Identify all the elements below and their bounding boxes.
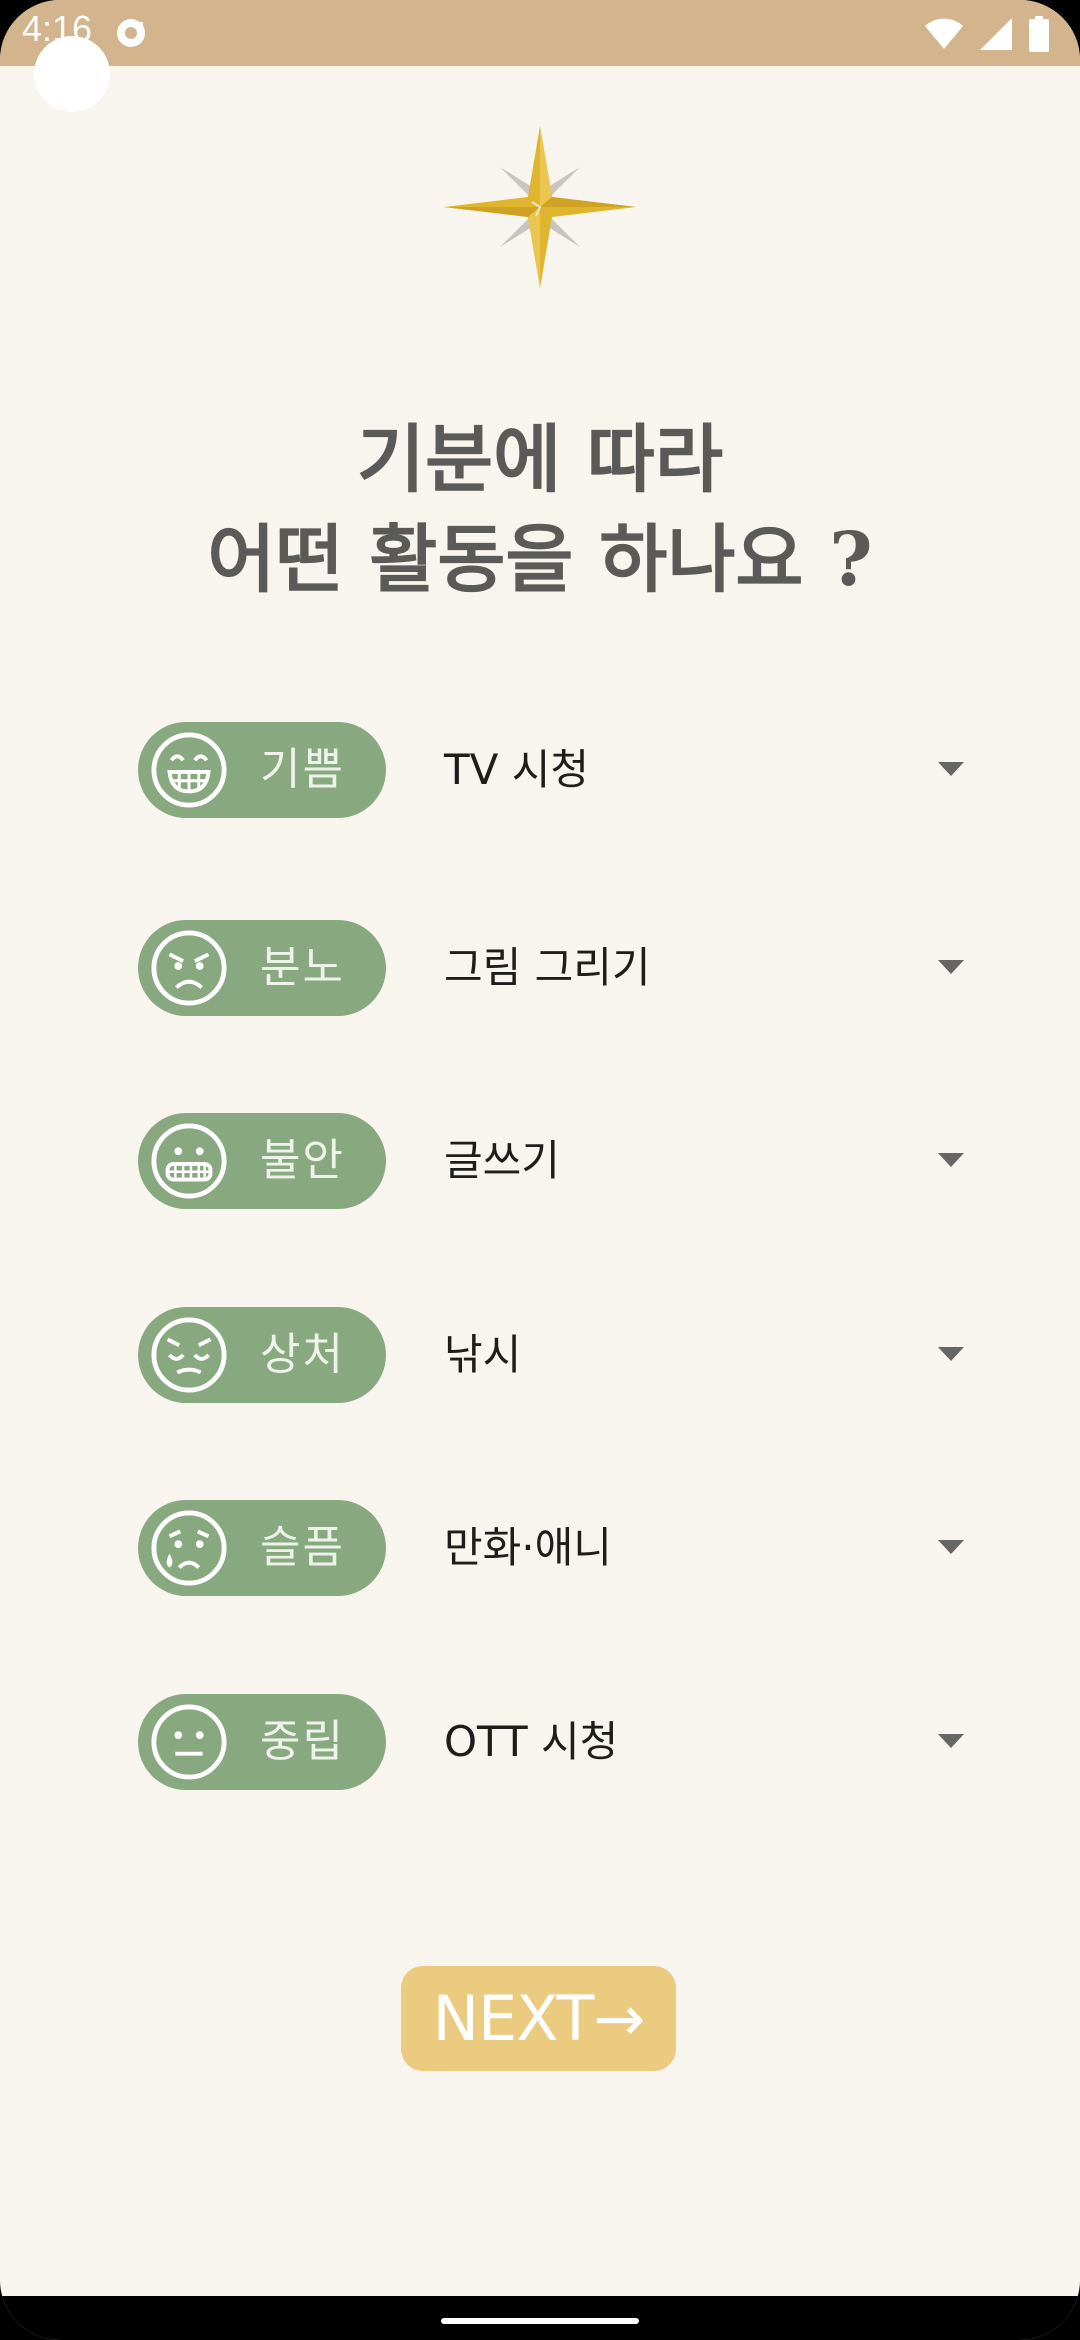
crying-face-icon — [151, 1510, 227, 1586]
emotion-label: 불안 — [260, 1135, 345, 1186]
emotion-pill: 슬픔 — [138, 1500, 386, 1596]
signal-icon — [980, 18, 1012, 50]
emotion-row-hurt: 상처 낚시 — [138, 1307, 964, 1405]
sync-icon — [117, 19, 145, 47]
emotion-row-sadness: 슬픔 만화·애니 — [138, 1500, 964, 1598]
dropdown-arrow-icon — [938, 1540, 964, 1554]
angry-face-icon — [151, 930, 227, 1006]
grimacing-face-icon — [151, 1123, 227, 1199]
neutral-face-icon — [151, 1704, 227, 1780]
app-screen: 4:16 기분에 따라 어떤 활동을 하나요 ? 기쁨 TV 시청 분노 그림 … — [0, 0, 1080, 2340]
activity-value: 글쓰기 — [444, 1136, 560, 1185]
title-line-2: 어떤 활동을 하나요 ? — [207, 517, 873, 603]
activity-dropdown[interactable]: 그림 그리기 — [444, 920, 964, 1016]
emotion-label: 기쁨 — [260, 744, 345, 795]
emotion-label: 슬픔 — [260, 1522, 345, 1573]
camera-cutout — [34, 36, 110, 112]
pensive-face-icon — [151, 1317, 227, 1393]
dropdown-arrow-icon — [938, 960, 964, 974]
emotion-pill: 불안 — [138, 1113, 386, 1209]
emotion-row-joy: 기쁨 TV 시청 — [138, 722, 964, 820]
page-title: 기분에 따라 어떤 활동을 하나요 ? — [0, 410, 1080, 610]
activity-dropdown[interactable]: 글쓰기 — [444, 1113, 964, 1209]
activity-value: 만화·애니 — [444, 1523, 612, 1572]
emotion-label: 중립 — [260, 1716, 345, 1767]
wifi-icon — [925, 18, 963, 49]
activity-dropdown[interactable]: TV 시청 — [444, 722, 964, 818]
dropdown-arrow-icon — [938, 1734, 964, 1748]
emotion-pill: 상처 — [138, 1307, 386, 1403]
emotion-label: 상처 — [260, 1329, 345, 1380]
emotion-pill: 기쁨 — [138, 722, 386, 818]
dropdown-arrow-icon — [938, 1153, 964, 1167]
home-indicator[interactable] — [441, 2318, 639, 2324]
emotion-label: 분노 — [260, 942, 345, 993]
emotion-pill: 중립 — [138, 1694, 386, 1790]
status-bar: 4:16 — [0, 0, 1080, 66]
dropdown-arrow-icon — [938, 1347, 964, 1361]
emotion-row-anxiety: 불안 글쓰기 — [138, 1113, 964, 1211]
title-line-1: 기분에 따라 — [356, 417, 724, 503]
grinning-face-icon — [151, 732, 227, 808]
emotion-row-anger: 분노 그림 그리기 — [138, 920, 964, 1018]
status-icons — [924, 12, 1050, 56]
battery-icon — [1029, 16, 1049, 52]
dropdown-arrow-icon — [938, 762, 964, 776]
emotion-row-neutral: 중립 OTT 시청 — [138, 1694, 964, 1792]
star-logo-icon — [444, 126, 636, 288]
activity-value: 그림 그리기 — [444, 943, 651, 992]
next-button[interactable]: NEXT→ — [401, 1966, 676, 2071]
activity-value: TV 시청 — [444, 745, 590, 794]
activity-dropdown[interactable]: OTT 시청 — [444, 1694, 964, 1790]
activity-dropdown[interactable]: 만화·애니 — [444, 1500, 964, 1596]
emotion-pill: 분노 — [138, 920, 386, 1016]
activity-value: OTT 시청 — [444, 1717, 619, 1766]
activity-dropdown[interactable]: 낚시 — [444, 1307, 964, 1403]
activity-value: 낚시 — [444, 1330, 522, 1379]
